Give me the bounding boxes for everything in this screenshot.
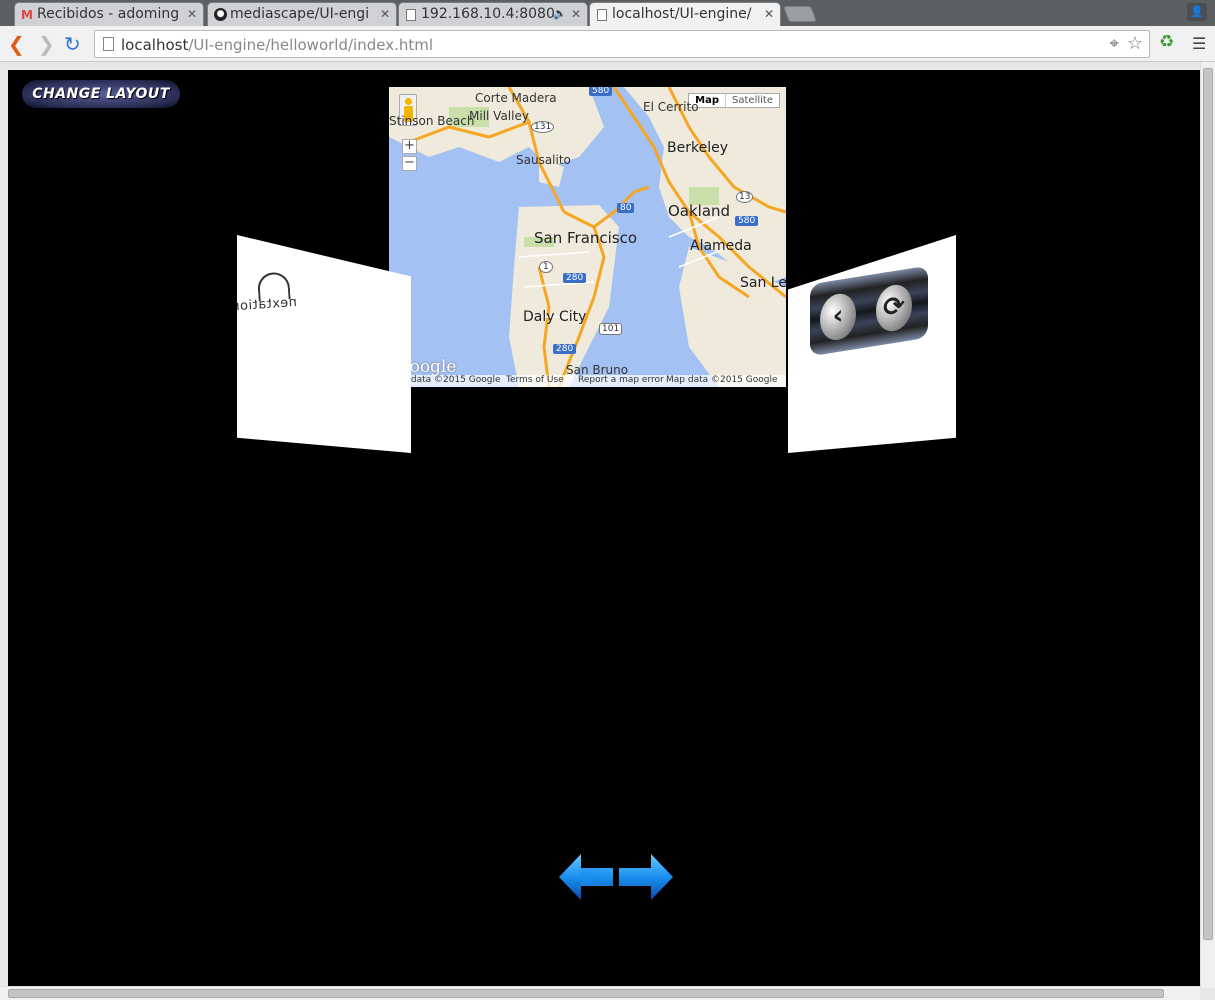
highway-shield: 80 <box>617 203 635 213</box>
highway-shield: 580 <box>589 87 613 96</box>
tab-strip: M Recibidos - adoming ✕ ● mediascape/UI-… <box>0 0 1215 26</box>
right-panel[interactable]: ‹ ⟳ <box>788 235 956 453</box>
highway-shield: 580 <box>735 216 759 226</box>
map-type-satellite[interactable]: Satellite <box>726 94 779 107</box>
map-label: Oakland <box>668 202 731 220</box>
speaker-icon: 🔈 <box>553 7 567 20</box>
map-label: Sausalito <box>516 153 571 167</box>
map-label: Corte Madera <box>475 91 557 105</box>
close-icon[interactable]: ✕ <box>380 7 390 21</box>
change-layout-button[interactable]: CHANGE LAYOUT <box>22 80 180 108</box>
left-arrow-icon[interactable] <box>557 850 615 904</box>
controller-widget: ‹ ⟳ <box>810 265 928 357</box>
tab-title: Recibidos - adoming <box>37 6 180 22</box>
menu-icon[interactable]: ☰ <box>1192 34 1206 53</box>
page-icon <box>406 9 416 21</box>
highway-shield: 1 <box>539 261 553 273</box>
left-panel[interactable]: nextation <box>237 235 411 453</box>
back-icon[interactable]: ❮ <box>8 33 25 55</box>
report-error-link[interactable]: Report a map error <box>578 375 664 385</box>
browser-toolbar: ❮ ❯ ↻ localhost/UI-engine/helloworld/ind… <box>0 26 1215 62</box>
zoom-in-button[interactable]: + <box>402 139 417 154</box>
close-icon[interactable]: ✕ <box>187 7 197 21</box>
map-data-attribution: Map data ©2015 Google <box>666 375 778 385</box>
map-label: San Lea <box>740 275 786 291</box>
extension-icon[interactable]: ♻ <box>1159 32 1174 52</box>
back-button[interactable]: ‹ <box>820 291 856 343</box>
new-tab-button[interactable] <box>783 6 817 22</box>
tab-localhost[interactable]: localhost/UI-engine/ ✕ <box>589 2 781 26</box>
bookmark-star-icon[interactable]: ☆ <box>1127 33 1143 54</box>
horizontal-scrollbar[interactable] <box>0 986 1200 1000</box>
map-label: Stinson Beach <box>389 114 475 128</box>
url-text: localhost/UI-engine/helloworld/index.htm… <box>121 36 434 54</box>
tab-ip[interactable]: 192.168.10.4:8080 🔈 ✕ <box>398 2 588 26</box>
zoom-out-button[interactable]: − <box>402 156 417 171</box>
map-type-toggle[interactable]: Map Satellite <box>688 93 780 108</box>
tab-title: 192.168.10.4:8080 <box>421 6 555 22</box>
forward-icon[interactable]: ❯ <box>38 33 55 55</box>
highway-shield: 131 <box>531 121 555 133</box>
location-icon[interactable]: ⌖ <box>1109 34 1119 54</box>
map-label: Daly City <box>523 309 587 325</box>
map-label: El Cerrito <box>643 100 699 114</box>
scroll-thumb[interactable] <box>8 989 1164 998</box>
profile-icon[interactable]: 👤 <box>1187 3 1207 21</box>
page-icon <box>597 9 607 21</box>
page-icon <box>103 37 114 51</box>
close-icon[interactable]: ✕ <box>764 7 774 21</box>
map-label: Berkeley <box>667 140 728 156</box>
map-label: Mill Valley <box>469 109 529 123</box>
page-content: CHANGE LAYOUT Map Satellite + − Corte Ma… <box>8 70 1200 986</box>
tab-title: localhost/UI-engine/ <box>612 6 752 22</box>
map-footer: Map data ©2015 Google Terms of Use Repor… <box>389 375 786 387</box>
map-label: Alameda <box>690 238 752 254</box>
github-icon: ● <box>214 8 227 21</box>
tab-github[interactable]: ● mediascape/UI-engi ✕ <box>207 2 397 26</box>
layout-arrows <box>557 850 675 904</box>
reload-icon[interactable]: ↻ <box>64 33 81 55</box>
right-arrow-icon[interactable] <box>617 850 675 904</box>
map-label: San Francisco <box>534 229 638 247</box>
highway-shield: 101 <box>599 323 623 335</box>
terms-link[interactable]: Terms of Use <box>506 375 564 385</box>
scroll-thumb[interactable] <box>1203 68 1213 940</box>
highway-shield: 280 <box>563 273 587 283</box>
highway-shield: 280 <box>553 344 577 354</box>
tab-title: mediascape/UI-engi <box>230 6 370 22</box>
close-icon[interactable]: ✕ <box>571 7 581 21</box>
vertical-scrollbar[interactable] <box>1200 62 1215 988</box>
tab-gmail[interactable]: M Recibidos - adoming ✕ <box>14 2 204 26</box>
address-bar[interactable]: localhost/UI-engine/helloworld/index.htm… <box>94 30 1150 58</box>
map-widget[interactable]: Map Satellite + − Corte Madera El Cerrito… <box>389 87 786 387</box>
refresh-button[interactable]: ⟳ <box>876 282 912 334</box>
gmail-icon: M <box>21 8 33 22</box>
